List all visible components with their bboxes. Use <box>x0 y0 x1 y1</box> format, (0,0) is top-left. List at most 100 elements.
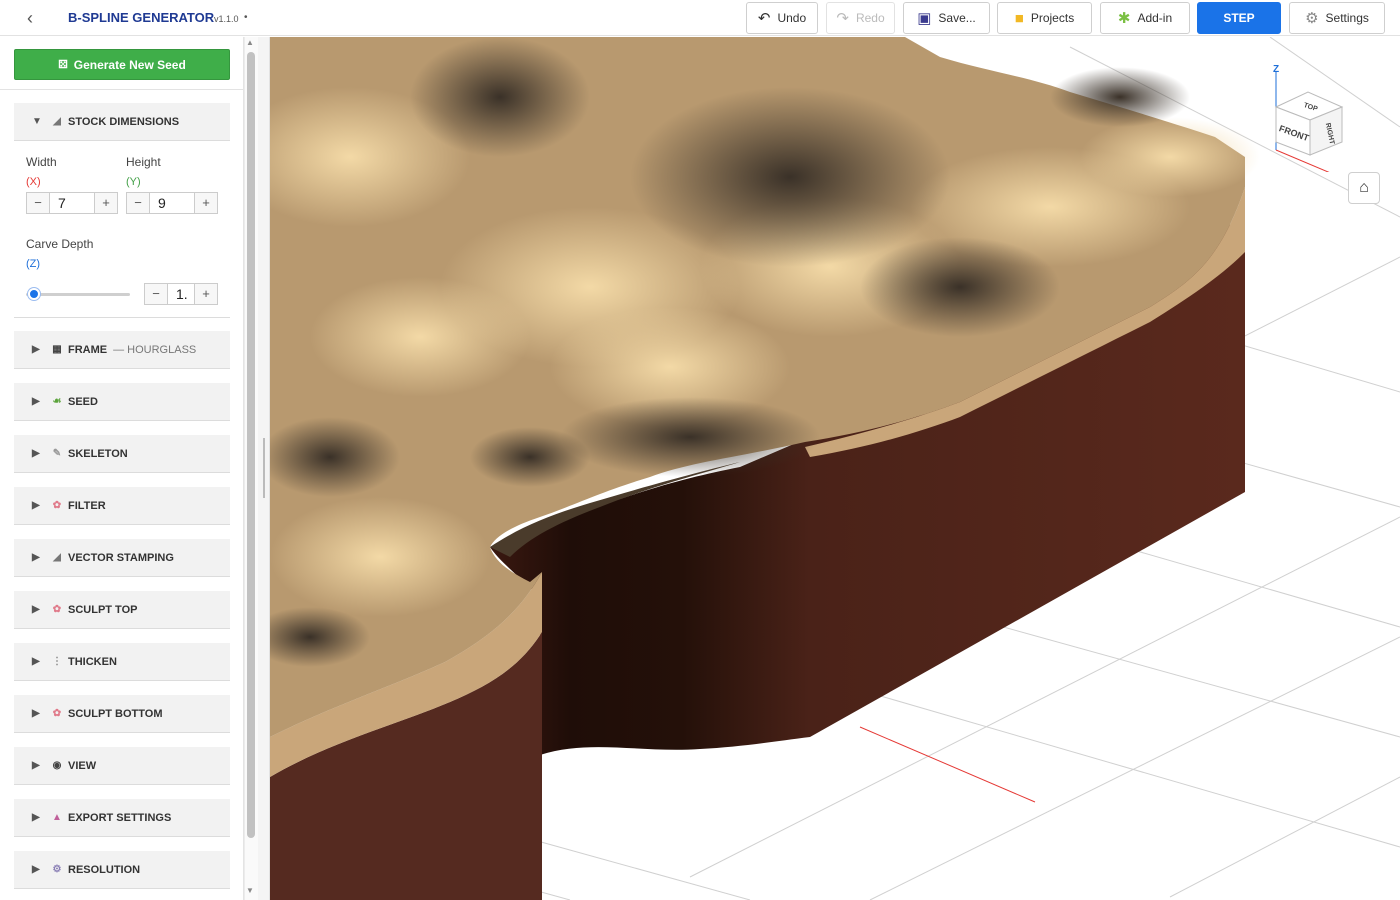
settings-button[interactable]: ⚙ Settings <box>1289 2 1385 34</box>
caret-right-icon: ▶ <box>32 500 40 511</box>
panel-title: VECTOR STAMPING <box>68 551 174 564</box>
top-bar: ‹ B-SPLINE GENERATOR v1.1.0 • ↶ Undo ↷ R… <box>0 0 1400 36</box>
gear-icon: ⚙ <box>1305 9 1319 27</box>
eye-icon: ◉ <box>52 760 62 771</box>
panel-title: FILTER <box>68 499 106 512</box>
panel-view-header[interactable]: ▶ ◉ VIEW <box>14 747 230 785</box>
floppy-disk-icon: ▣ <box>917 9 932 27</box>
caret-right-icon: ▶ <box>32 708 40 719</box>
panel-title: EXPORT SETTINGS <box>68 811 172 824</box>
caret-down-icon: ▼ <box>32 116 42 127</box>
save-button[interactable]: ▣ Save... <box>903 2 990 34</box>
redo-label: Redo <box>855 11 885 25</box>
height-increment-button[interactable]: + <box>195 193 217 213</box>
folder-icon: ■ <box>1014 9 1024 27</box>
carve-depth-decrement-button[interactable]: − <box>145 284 167 304</box>
home-icon: ⌂ <box>1359 179 1369 196</box>
panel-title: SCULPT TOP <box>68 603 138 616</box>
step-export-button[interactable]: STEP <box>1197 2 1281 34</box>
undo-label: Undo <box>777 11 807 25</box>
back-arrow-icon[interactable]: ‹ <box>20 8 40 28</box>
caret-right-icon: ▶ <box>32 344 40 355</box>
caret-right-icon: ▶ <box>32 396 40 407</box>
view-cube[interactable]: Z X TOP FRONT RIGHT <box>1270 62 1350 172</box>
addin-label: Add-in <box>1137 11 1173 25</box>
width-input[interactable]: 7 <box>49 193 95 213</box>
panel-vector-stamping-header[interactable]: ▶ ◢ VECTOR STAMPING <box>14 539 230 577</box>
panel-sculpt-bottom-header[interactable]: ▶ ✿ SCULPT BOTTOM <box>14 695 230 733</box>
panel-stock-dimensions-header[interactable]: ▼ ◢ STOCK DIMENSIONS <box>14 103 230 141</box>
puzzle-icon: ✱ <box>1117 9 1131 27</box>
width-axis-label: (X) <box>26 176 41 188</box>
panel-thicken-header[interactable]: ▶ ⋮ THICKEN <box>14 643 230 681</box>
panel-title: THICKEN <box>68 655 117 668</box>
panel-title: RESOLUTION <box>68 863 141 876</box>
carve-depth-stepper[interactable]: − 1. + <box>144 283 218 305</box>
height-label: Height <box>126 155 161 169</box>
height-input[interactable]: 9 <box>149 193 195 213</box>
carve-depth-label: Carve Depth <box>26 237 94 251</box>
panel-sculpt-top-header[interactable]: ▶ ✿ SCULPT TOP <box>14 591 230 629</box>
brain-icon: ✿ <box>52 708 62 719</box>
z-axis-label: Z <box>1273 64 1279 75</box>
scroll-down-arrow-icon[interactable]: ▼ <box>246 886 254 895</box>
carve-depth-slider[interactable] <box>26 293 130 296</box>
3d-viewport[interactable] <box>270 37 1400 900</box>
width-label: Width <box>26 155 57 169</box>
panel-subtitle: — HOURGLASS <box>113 343 197 356</box>
panel-title: VIEW <box>68 759 97 772</box>
app-version: v1.1.0 <box>214 14 239 24</box>
caret-right-icon: ▶ <box>32 760 40 771</box>
splitter-grip[interactable] <box>263 438 265 498</box>
step-label: STEP <box>1223 11 1255 25</box>
undo-button[interactable]: ↶ Undo <box>746 2 818 34</box>
carve-depth-input[interactable]: 1. <box>167 284 195 304</box>
addin-button[interactable]: ✱ Add-in <box>1100 2 1190 34</box>
caret-right-icon: ▶ <box>32 864 40 875</box>
panel-title: SKELETON <box>68 447 128 460</box>
panel-title: STOCK DIMENSIONS <box>68 115 180 128</box>
panel-resolution-header[interactable]: ▶ ⚙ RESOLUTION <box>14 851 230 889</box>
frame-icon: ▦ <box>52 344 62 355</box>
3d-scene <box>270 37 1400 900</box>
panel-title: SCULPT BOTTOM <box>68 707 163 720</box>
unsaved-indicator: • <box>244 12 248 23</box>
undo-icon: ↶ <box>757 9 771 27</box>
caret-right-icon: ▶ <box>32 656 40 667</box>
height-stepper[interactable]: − 9 + <box>126 192 218 214</box>
home-view-button[interactable]: ⌂ <box>1348 172 1380 204</box>
panel-title: SEED <box>68 395 98 408</box>
panel-filter-header[interactable]: ▶ ✿ FILTER <box>14 487 230 525</box>
save-label: Save... <box>938 11 976 25</box>
panel-seed-header[interactable]: ▶ ☙ SEED <box>14 383 230 421</box>
export-icon: ▲ <box>52 812 62 823</box>
projects-label: Projects <box>1030 11 1075 25</box>
panel-frame-header[interactable]: ▶ ▦ FRAME — HOURGLASS <box>14 331 230 369</box>
sprout-icon: ☙ <box>52 396 62 407</box>
panel-skeleton-header[interactable]: ▶ ✎ SKELETON <box>14 435 230 473</box>
gear-icon: ⚙ <box>52 864 62 875</box>
width-decrement-button[interactable]: − <box>27 193 49 213</box>
generate-label: Generate New Seed <box>73 57 186 72</box>
panel-title: FRAME <box>68 343 108 356</box>
carve-depth-axis-label: (Z) <box>26 258 41 270</box>
ruler-icon: ◢ <box>53 116 61 127</box>
generate-new-seed-button[interactable]: ⚄ Generate New Seed <box>14 49 230 80</box>
pencil-icon: ✎ <box>52 448 62 459</box>
settings-label: Settings <box>1325 11 1369 25</box>
scroll-up-arrow-icon[interactable]: ▲ <box>246 38 254 47</box>
brain-icon: ✿ <box>52 604 62 615</box>
height-decrement-button[interactable]: − <box>127 193 149 213</box>
panel-export-settings-header[interactable]: ▶ ▲ EXPORT SETTINGS <box>14 799 230 837</box>
width-increment-button[interactable]: + <box>95 193 117 213</box>
width-stepper[interactable]: − 7 + <box>26 192 118 214</box>
brain-icon: ✿ <box>52 500 62 511</box>
caret-right-icon: ▶ <box>32 604 40 615</box>
x-axis-line <box>859 726 1036 803</box>
projects-button[interactable]: ■ Projects <box>997 2 1092 34</box>
redo-button[interactable]: ↷ Redo <box>826 2 895 34</box>
ruler-icon: ◢ <box>53 552 61 563</box>
sidebar-scroll-thumb[interactable] <box>247 52 255 838</box>
caret-right-icon: ▶ <box>32 552 40 563</box>
carve-depth-increment-button[interactable]: + <box>195 284 217 304</box>
